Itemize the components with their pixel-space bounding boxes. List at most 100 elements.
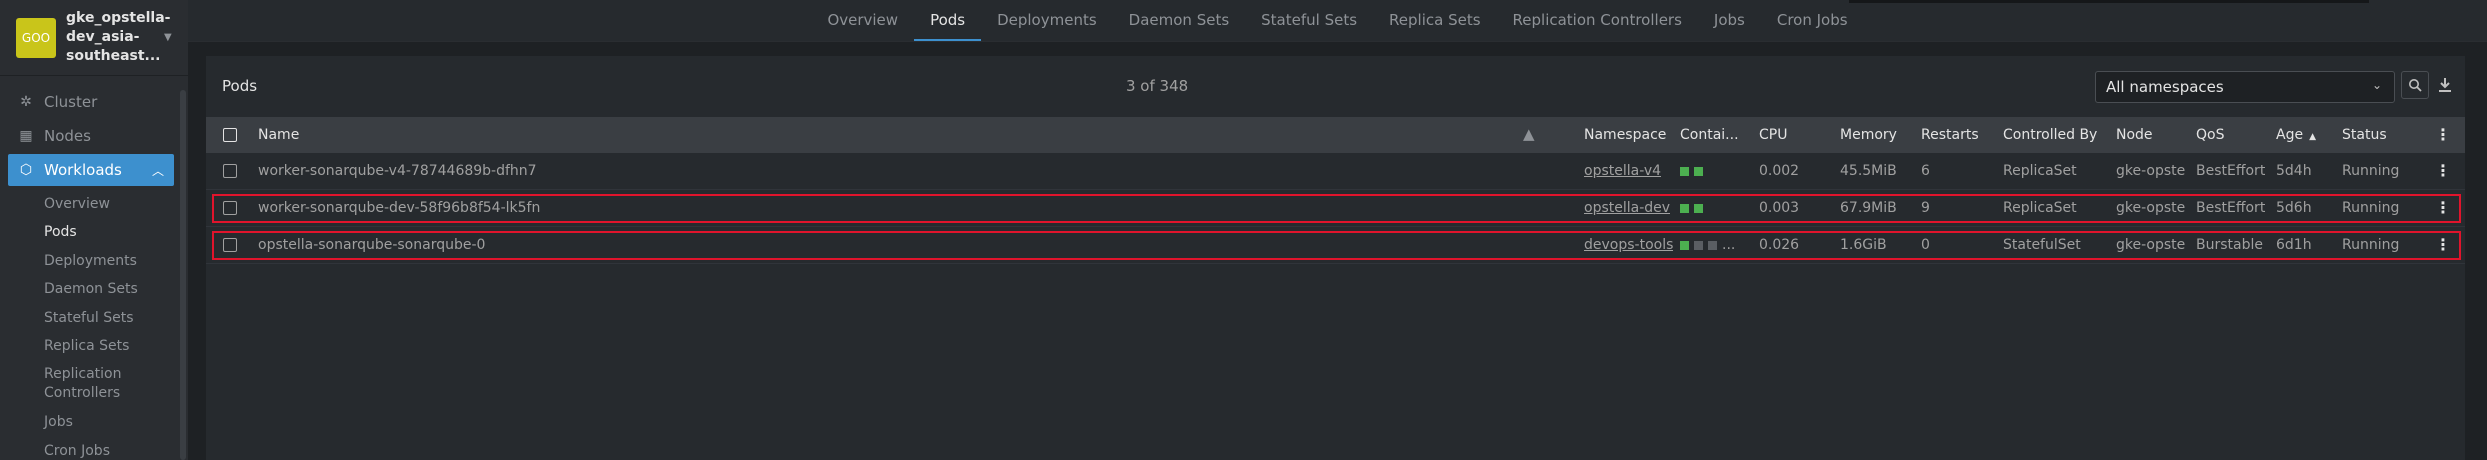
tab-pods[interactable]: Pods xyxy=(914,11,982,41)
pod-cpu: 0.002 xyxy=(1759,163,1800,179)
row-checkbox[interactable] xyxy=(223,164,237,178)
columns-menu-icon[interactable]: ⋮ xyxy=(2435,125,2451,144)
nodes-icon: ▦ xyxy=(19,128,33,144)
cluster-name: gke_opstella-dev_asia-southeast... xyxy=(66,10,171,64)
select-all-checkbox[interactable] xyxy=(223,128,237,142)
sidebar-sub-overview[interactable]: Overview xyxy=(0,190,188,218)
table-row[interactable]: opstella-sonarqube-sonarqube-0 devops-to… xyxy=(206,227,2465,264)
pod-memory: 67.9MiB xyxy=(1840,200,1897,216)
tab-stateful-sets[interactable]: Stateful Sets xyxy=(1245,11,1373,41)
col-age-label: Age xyxy=(2276,127,2304,143)
pod-controller-link[interactable]: StatefulSet xyxy=(2003,237,2081,253)
tab-cron-jobs[interactable]: Cron Jobs xyxy=(1761,11,1864,41)
chevron-down-icon: ⌄ xyxy=(2371,78,2382,92)
sidebar-item-label: Workloads xyxy=(44,161,122,179)
row-checkbox[interactable] xyxy=(223,201,237,215)
pod-namespace-link[interactable]: devops-tools xyxy=(1584,237,1673,253)
tab-overview[interactable]: Overview xyxy=(811,11,914,41)
pod-age: 6d1h xyxy=(2276,237,2312,253)
pod-restarts: 9 xyxy=(1921,200,1930,216)
sidebar-item-nodes[interactable]: ▦ Nodes xyxy=(0,120,188,152)
cluster-icon: ✲ xyxy=(20,94,32,110)
tab-deployments[interactable]: Deployments xyxy=(981,11,1113,41)
table-header: Name ▲ Namespace Contai... CPU Memory Re… xyxy=(206,117,2465,153)
col-containers[interactable]: Contai... xyxy=(1680,127,1739,143)
container-status: ... xyxy=(1680,237,1735,253)
sidebar-item-workloads[interactable]: ⬡ Workloads ︿ xyxy=(8,154,174,186)
pod-namespace-link[interactable]: opstella-dev xyxy=(1584,200,1670,216)
pod-memory: 45.5MiB xyxy=(1840,163,1897,179)
pod-node-link[interactable]: gke-opste xyxy=(2116,163,2185,179)
row-menu-icon[interactable]: ⋮ xyxy=(2435,161,2451,180)
panel-title: Pods xyxy=(222,77,258,95)
tab-replication-controllers[interactable]: Replication Controllers xyxy=(1497,11,1698,41)
pod-controller-link[interactable]: ReplicaSet xyxy=(2003,200,2077,216)
sidebar-sub-cron-jobs[interactable]: Cron Jobs xyxy=(0,437,188,460)
item-count: 3 of 348 xyxy=(1126,77,1189,95)
cluster-badge: GOO xyxy=(16,17,56,58)
col-node[interactable]: Node xyxy=(2116,127,2153,143)
col-memory[interactable]: Memory xyxy=(1840,127,1897,143)
pod-status: Running xyxy=(2342,200,2400,216)
row-menu-icon[interactable]: ⋮ xyxy=(2435,235,2451,254)
pod-name: worker-sonarqube-v4-78744689b-dfhn7 xyxy=(258,163,537,179)
col-controlled-by[interactable]: Controlled By xyxy=(2003,127,2097,143)
pod-age: 5d6h xyxy=(2276,200,2312,216)
sidebar-scrollbar[interactable] xyxy=(180,90,186,460)
pod-cpu: 0.003 xyxy=(1759,200,1800,216)
col-name[interactable]: Name xyxy=(258,127,299,143)
tab-jobs[interactable]: Jobs xyxy=(1698,11,1761,41)
tab-replica-sets[interactable]: Replica Sets xyxy=(1373,11,1497,41)
pod-qos: Burstable xyxy=(2196,237,2263,253)
col-qos[interactable]: QoS xyxy=(2196,127,2224,143)
pod-cpu: 0.026 xyxy=(1759,237,1800,253)
col-cpu[interactable]: CPU xyxy=(1759,127,1787,143)
pod-namespace-link[interactable]: opstella-v4 xyxy=(1584,163,1661,179)
pod-status: Running xyxy=(2342,237,2400,253)
workloads-icon: ⬡ xyxy=(19,162,33,178)
tab-daemon-sets[interactable]: Daemon Sets xyxy=(1113,11,1245,41)
pod-qos: BestEffort xyxy=(2196,200,2266,216)
main-area: Overview Pods Deployments Daemon Sets St… xyxy=(188,0,2487,460)
col-status[interactable]: Status xyxy=(2342,127,2387,143)
pod-memory: 1.6GiB xyxy=(1840,237,1887,253)
pod-restarts: 0 xyxy=(1921,237,1930,253)
search-button[interactable] xyxy=(2401,71,2429,99)
pod-qos: BestEffort xyxy=(2196,163,2266,179)
chevron-up-icon[interactable]: ︿ xyxy=(152,162,164,179)
sidebar-item-label: Nodes xyxy=(44,127,91,145)
pod-age: 5d4h xyxy=(2276,163,2312,179)
cluster-selector[interactable]: GOO gke_opstella-dev_asia-southeast... ▼ xyxy=(0,0,188,76)
sidebar-sub-replication-controllers[interactable]: Replication Controllers xyxy=(0,360,130,408)
pod-controller-link[interactable]: ReplicaSet xyxy=(2003,163,2077,179)
pod-restarts: 6 xyxy=(1921,163,1930,179)
namespace-select[interactable]: All namespaces ⌄ xyxy=(2095,71,2395,103)
pod-node-link[interactable]: gke-opste xyxy=(2116,237,2185,253)
pods-panel: Pods 3 of 348 All namespaces ⌄ Name ▲ Na… xyxy=(206,56,2465,460)
sidebar-item-cluster[interactable]: ✲ Cluster xyxy=(0,86,188,118)
col-namespace[interactable]: Namespace xyxy=(1584,127,1666,143)
tab-bar: Overview Pods Deployments Daemon Sets St… xyxy=(188,0,2487,42)
sort-asc-icon: ▲ xyxy=(2309,132,2316,142)
col-restarts[interactable]: Restarts xyxy=(1921,127,1979,143)
sidebar: GOO gke_opstella-dev_asia-southeast... ▼… xyxy=(0,0,188,460)
row-menu-icon[interactable]: ⋮ xyxy=(2435,198,2451,217)
sidebar-sub-deployments[interactable]: Deployments xyxy=(0,247,188,275)
pod-name: opstella-sonarqube-sonarqube-0 xyxy=(258,237,486,253)
table-row[interactable]: worker-sonarqube-v4-78744689b-dfhn7 opst… xyxy=(206,153,2465,190)
chevron-down-icon[interactable]: ▼ xyxy=(164,32,172,43)
panel-header: Pods 3 of 348 All namespaces ⌄ xyxy=(206,56,2465,116)
table-row[interactable]: worker-sonarqube-dev-58f96b8f54-lk5fn op… xyxy=(206,190,2465,227)
search-icon xyxy=(2409,79,2422,92)
sidebar-sub-replica-sets[interactable]: Replica Sets xyxy=(0,332,188,360)
row-checkbox[interactable] xyxy=(223,238,237,252)
download-icon xyxy=(2439,78,2451,92)
sidebar-sub-pods[interactable]: Pods xyxy=(0,218,188,246)
col-age[interactable]: Age ▲ xyxy=(2276,127,2316,143)
pod-node-link[interactable]: gke-opste xyxy=(2116,200,2185,216)
sidebar-sub-stateful-sets[interactable]: Stateful Sets xyxy=(0,304,188,332)
download-button[interactable] xyxy=(2433,71,2457,99)
sidebar-sub-jobs[interactable]: Jobs xyxy=(0,408,188,436)
top-divider xyxy=(1849,0,2369,3)
sidebar-sub-daemon-sets[interactable]: Daemon Sets xyxy=(0,275,188,303)
